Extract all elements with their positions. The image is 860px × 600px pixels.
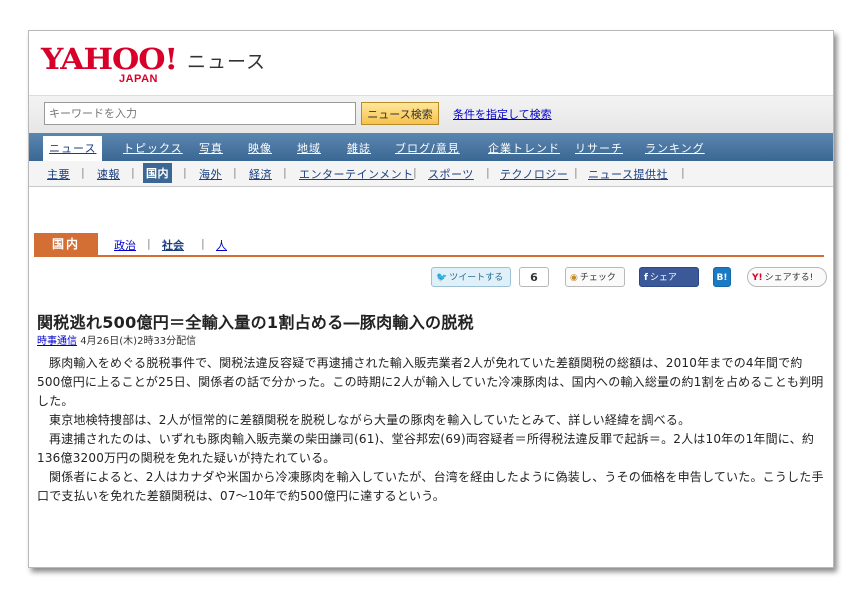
sub-nav: 主要 | 速報 | 国内 | 海外 | 経済 | エンターテインメント | スポ… (29, 161, 833, 187)
publish-date: 4月26日(木)2時33分配信 (80, 336, 197, 347)
tab-news[interactable]: ニュース (43, 136, 103, 161)
logo-sub: JAPAN (119, 73, 158, 85)
tab-topics[interactable]: トピックス (123, 140, 183, 156)
tab-local[interactable]: 地域 (297, 140, 321, 156)
article-title: 関税逃れ500億円＝全輸入量の1割占める―豚肉輸入の脱税 (37, 313, 474, 332)
tab-blogs[interactable]: ブログ/意見 (395, 140, 460, 156)
facebook-share-button[interactable]: f シェア (639, 267, 699, 287)
subnav-item-entertainment[interactable]: エンターテインメント (299, 166, 414, 182)
news-search-button[interactable]: ニュース検索 (361, 102, 439, 125)
social-share-bar: 🐦 ツイートする 6 ◉ チェック f シェア B! Y! シェアする! (29, 267, 833, 289)
subnav-item-domestic[interactable]: 国内 (143, 163, 172, 183)
article-paragraph: 豚肉輸入をめぐる脱税事件で、関税法違反容疑で再逮捕された輸入販売業者2人が免れて… (37, 356, 824, 408)
separator: | (283, 166, 287, 179)
separator: | (183, 166, 187, 179)
tab-research[interactable]: リサーチ (575, 140, 623, 156)
check-button[interactable]: ◉ チェック (565, 267, 625, 287)
category-sub-society[interactable]: 社会 (162, 237, 184, 253)
check-label: チェック (579, 273, 616, 283)
tab-video[interactable]: 映像 (248, 140, 272, 156)
browser-page: YAHOO! JAPAN ニュース ニュース検索 条件を指定して検索 ニュース … (28, 30, 834, 568)
separator: | (413, 166, 417, 179)
news-source-link[interactable]: 時事通信 (37, 336, 77, 347)
mixi-check-icon: ◉ (570, 273, 578, 283)
separator: | (681, 166, 685, 179)
tweet-count: 6 (519, 267, 549, 287)
category-sub-people[interactable]: 人 (216, 237, 227, 253)
separator: | (131, 166, 135, 179)
facebook-icon: f (644, 273, 648, 283)
separator: | (147, 237, 151, 250)
main-nav: ニュース トピックス 写真 映像 地域 雑誌 ブログ/意見 企業トレンド リサー… (29, 133, 833, 161)
advanced-search-link[interactable]: 条件を指定して検索 (453, 106, 552, 122)
subnav-item-sports[interactable]: スポーツ (428, 166, 474, 182)
subnav-item-world[interactable]: 海外 (199, 166, 222, 182)
yahoo-share-label: シェアする! (764, 273, 814, 283)
service-name: ニュース (187, 51, 267, 73)
search-input[interactable] (44, 102, 356, 125)
subnav-item-technology[interactable]: テクノロジー (500, 166, 568, 182)
category-sub-politics[interactable]: 政治 (114, 237, 136, 253)
logo-text: YAHOO! (41, 42, 178, 76)
subnav-item-main[interactable]: 主要 (47, 166, 70, 182)
tweet-label: ツイートする (449, 273, 504, 283)
separator: | (81, 166, 85, 179)
hatena-bookmark-button[interactable]: B! (713, 267, 731, 287)
category-tab-domestic: 国内 (34, 233, 98, 255)
article-paragraph: 関係者によると、2人はカナダや米国から冷凍豚肉を輸入していたが、台湾を経由したよ… (37, 470, 824, 503)
tweet-button[interactable]: 🐦 ツイートする (431, 267, 511, 287)
separator: | (233, 166, 237, 179)
tab-ranking[interactable]: ランキング (645, 140, 705, 156)
twitter-bird-icon: 🐦 (436, 273, 448, 283)
separator: | (486, 166, 490, 179)
yahoo-y-icon: Y! (752, 273, 763, 283)
separator: | (201, 237, 205, 250)
yahoo-share-button[interactable]: Y! シェアする! (747, 267, 827, 287)
tab-magazines[interactable]: 雑誌 (347, 140, 371, 156)
article-paragraph: 再逮捕されたのは、いずれも豚肉輸入販売業の柴田謙司(61)、堂谷邦宏(69)両容… (37, 432, 815, 465)
article-paragraph: 東京地検特捜部は、2人が恒常的に差額関税を脱税しながら大量の豚肉を輸入していたと… (49, 413, 691, 427)
share-label: シェア (649, 273, 677, 283)
category-bar: 国内 政治 | 社会 | 人 (34, 233, 824, 257)
subnav-item-breaking[interactable]: 速報 (97, 166, 120, 182)
search-bar: ニュース検索 条件を指定して検索 (29, 95, 833, 133)
separator: | (574, 166, 578, 179)
subnav-item-providers[interactable]: ニュース提供社 (588, 166, 668, 182)
tab-photos[interactable]: 写真 (199, 140, 223, 156)
subnav-item-economy[interactable]: 経済 (249, 166, 272, 182)
yahoo-japan-logo[interactable]: YAHOO! JAPAN (41, 43, 183, 91)
tab-business-trends[interactable]: 企業トレンド (488, 140, 560, 156)
article-byline: 時事通信 4月26日(木)2時33分配信 (37, 332, 196, 347)
article-body: 豚肉輸入をめぐる脱税事件で、関税法違反容疑で再逮捕された輸入販売業者2人が免れて… (37, 354, 825, 506)
